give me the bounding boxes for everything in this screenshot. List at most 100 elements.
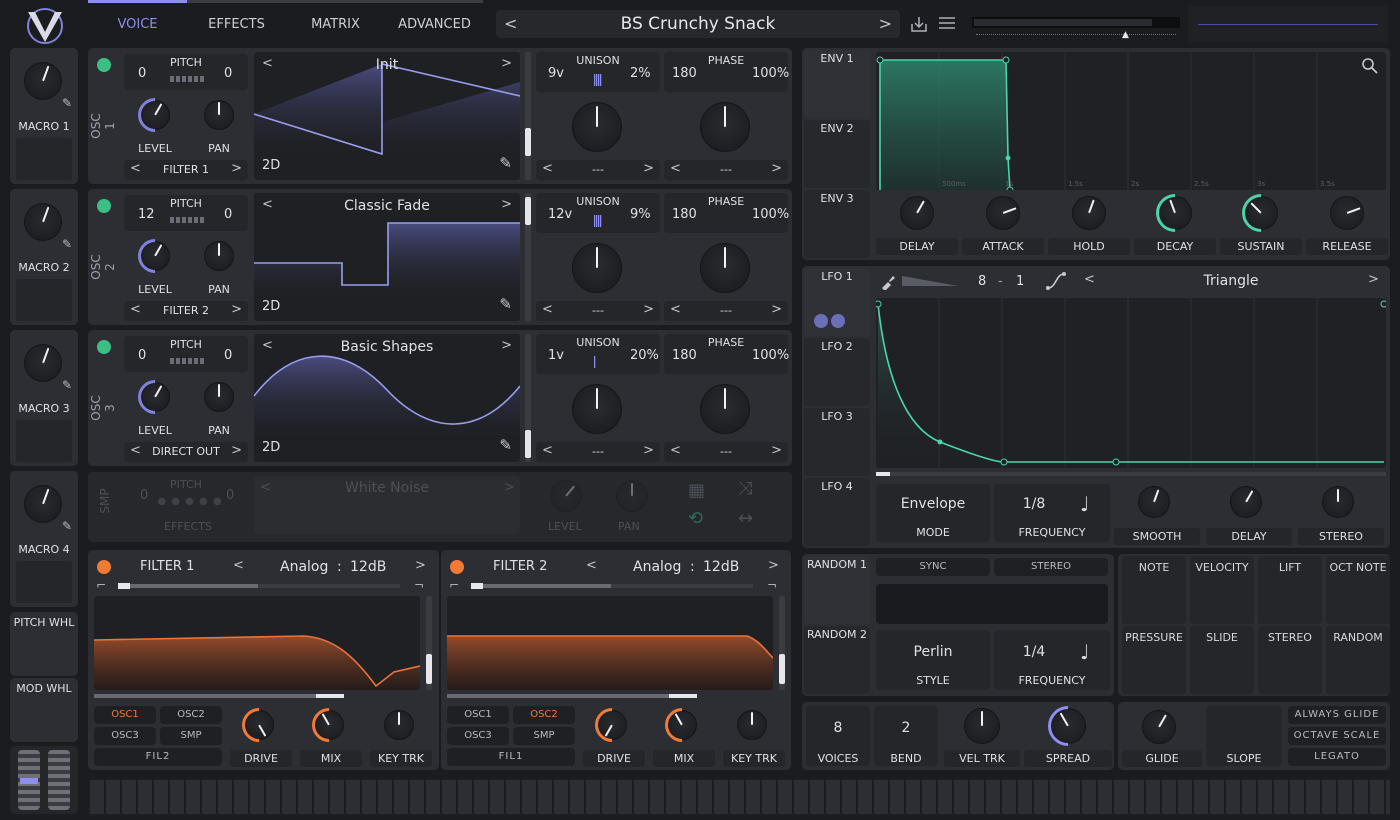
piano-key[interactable]	[458, 780, 473, 814]
env-knob-sustain[interactable]	[1234, 186, 1288, 240]
phase-randomization[interactable]: 100%	[752, 66, 789, 81]
random-tab-2[interactable]: RANDOM 2	[804, 626, 870, 694]
piano-key[interactable]	[970, 780, 985, 814]
loop-icon[interactable]: ⟲	[688, 508, 703, 529]
piano-key[interactable]	[1066, 780, 1081, 814]
pitch-tune[interactable]: 0	[224, 66, 232, 81]
slope-box[interactable]: SLOPE	[1206, 706, 1282, 766]
level-knob[interactable]	[130, 372, 180, 422]
piano-key[interactable]	[810, 780, 825, 814]
bend-box[interactable]: 2 BEND	[874, 706, 938, 766]
env-tab-2[interactable]: ENV 2	[804, 120, 870, 188]
menu-icon[interactable]	[939, 16, 955, 30]
filter-chain-button[interactable]: FIL1	[447, 748, 575, 766]
mod-source-random[interactable]: RANDOM	[1326, 626, 1390, 694]
piano-key[interactable]	[650, 780, 665, 814]
phase-box[interactable]: PHASE 180 100%	[664, 334, 789, 374]
piano-key[interactable]	[154, 780, 169, 814]
env-knob-hold[interactable]	[1072, 196, 1106, 230]
piano-key[interactable]	[1178, 780, 1193, 814]
destination-selector[interactable]: < DIRECT OUT >	[124, 442, 248, 462]
pitch-tune[interactable]: 0	[224, 348, 232, 363]
env-tab-3[interactable]: ENV 3	[804, 190, 870, 258]
random-stereo-button[interactable]: STEREO	[994, 558, 1108, 576]
piano-key[interactable]	[250, 780, 265, 814]
unison-mode-selector[interactable]: < --- >	[536, 160, 660, 180]
piano-key[interactable]	[298, 780, 313, 814]
piano-key[interactable]	[666, 780, 681, 814]
spectral-morph-selector[interactable]: < --- >	[664, 442, 788, 462]
piano-key[interactable]	[922, 780, 937, 814]
piano-key[interactable]	[1338, 780, 1353, 814]
pitch-wheel[interactable]	[18, 750, 40, 810]
unison-mode-value[interactable]: ---	[536, 304, 660, 317]
spectral-morph-value[interactable]: ---	[664, 304, 788, 317]
spectral-morph-value[interactable]: ---	[664, 445, 788, 458]
piano-key[interactable]	[442, 780, 457, 814]
piano-key[interactable]	[106, 780, 121, 814]
edit-wavetable-icon[interactable]: ✎	[499, 436, 512, 454]
mod-source-slide[interactable]: SLIDE	[1190, 626, 1254, 694]
filter-source-osc2[interactable]: OSC2	[160, 706, 222, 724]
macro-knob[interactable]	[24, 344, 62, 382]
lfo-smooth-ramp[interactable]	[902, 274, 958, 291]
unison-mode-value[interactable]: ---	[536, 445, 660, 458]
piano-key[interactable]	[938, 780, 953, 814]
piano-key[interactable]	[1002, 780, 1017, 814]
zoom-icon[interactable]	[1362, 58, 1378, 77]
destination-selector[interactable]: < FILTER 1 >	[124, 160, 248, 180]
wavetable-display[interactable]: < Init >2D ✎	[254, 52, 520, 180]
phase-randomization[interactable]: 100%	[752, 207, 789, 222]
unison-mode-value[interactable]: ---	[536, 163, 660, 176]
wavetable-prev-icon[interactable]: <	[262, 338, 273, 353]
filter-prev-icon[interactable]: <	[586, 558, 597, 573]
piano-key[interactable]	[282, 780, 297, 814]
phase-box[interactable]: PHASE 180 100%	[664, 193, 789, 233]
phase-value[interactable]: 180	[672, 66, 697, 81]
filter-model[interactable]: Analog	[633, 559, 681, 575]
random-frequency-value[interactable]: 1/4	[994, 644, 1074, 660]
macro-knob[interactable]	[24, 485, 62, 523]
envelope-graph[interactable]: 500ms 1s 1.5s 2s 2.5s 3s 3.5s	[876, 52, 1386, 190]
spectral-morph-selector[interactable]: < --- >	[664, 301, 788, 321]
piano-key[interactable]	[1194, 780, 1209, 814]
wavetable-next-icon[interactable]: >	[501, 338, 512, 353]
pitch-box[interactable]: PITCH 0 0	[124, 54, 248, 90]
volume-marker-icon[interactable]: ▲	[1122, 30, 1129, 40]
mod-wheel[interactable]	[48, 750, 70, 810]
dest-next-icon[interactable]: >	[231, 443, 242, 458]
wave-frame-handle[interactable]	[525, 430, 531, 458]
piano-key[interactable]	[698, 780, 713, 814]
piano-key[interactable]	[730, 780, 745, 814]
piano-key[interactable]	[794, 780, 809, 814]
wavetable-prev-icon[interactable]: <	[262, 56, 273, 71]
note-icon[interactable]: ♩	[1080, 492, 1089, 516]
spectral-morph-value[interactable]: ---	[664, 163, 788, 176]
edit-pencil-icon[interactable]: ✎	[62, 519, 72, 533]
unison-detune[interactable]: 20%	[630, 348, 659, 363]
mod-source-velocity[interactable]: VELOCITY	[1190, 556, 1254, 624]
piano-key[interactable]	[186, 780, 201, 814]
piano-key[interactable]	[1210, 780, 1225, 814]
voices-value[interactable]: 8	[806, 720, 870, 736]
piano-key[interactable]	[314, 780, 329, 814]
piano-key[interactable]	[634, 780, 649, 814]
unison-detune[interactable]: 9%	[630, 207, 651, 222]
piano-key[interactable]	[474, 780, 489, 814]
env-knob-release[interactable]	[1330, 196, 1364, 230]
piano-key[interactable]	[266, 780, 281, 814]
env-knob-attack[interactable]	[986, 196, 1020, 230]
unison-mode-selector[interactable]: < --- >	[536, 442, 660, 462]
piano-key[interactable]	[1098, 780, 1113, 814]
lfo-knob-smooth[interactable]	[1138, 486, 1170, 518]
piano-key[interactable]	[1242, 780, 1257, 814]
unison-voices[interactable]: 1v	[548, 348, 564, 363]
keytrack-icon[interactable]: ▦	[688, 480, 705, 501]
piano-key[interactable]	[330, 780, 345, 814]
filter-slope[interactable]: 12dB	[703, 559, 739, 575]
unison-detune-knob[interactable]	[572, 243, 622, 293]
pan-knob[interactable]	[204, 382, 234, 412]
next-icon[interactable]: >	[771, 161, 782, 176]
piano-key[interactable]	[346, 780, 361, 814]
piano-key[interactable]	[1370, 780, 1385, 814]
